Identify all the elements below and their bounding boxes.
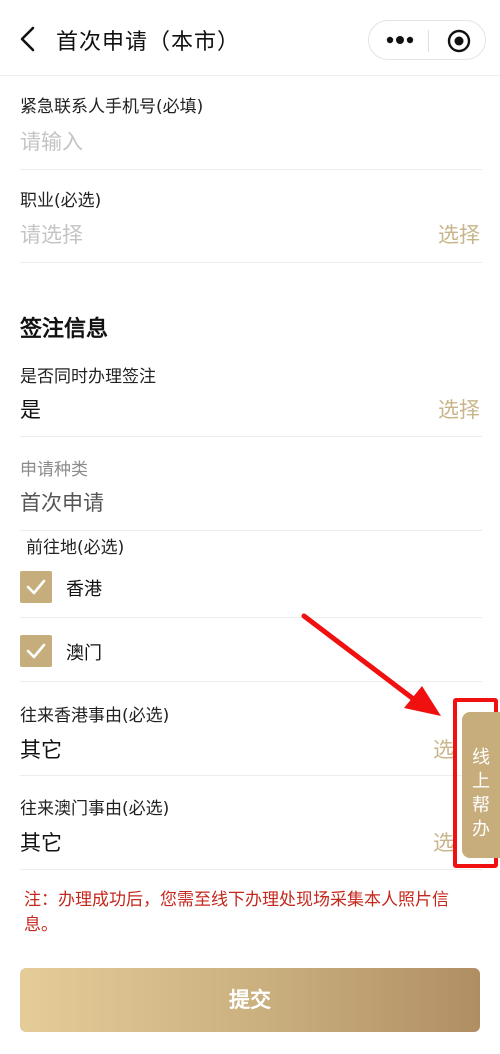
- occupation-placeholder: 请选择: [20, 223, 83, 247]
- online-help-char: 办: [472, 819, 490, 840]
- hk-reason-label: 往来香港事由(必选): [20, 706, 170, 726]
- online-help-char: 帮: [472, 795, 490, 816]
- page-title: 首次申请（本市）: [56, 30, 241, 55]
- submit-button[interactable]: 提交: [20, 968, 480, 1032]
- back-arrow-icon[interactable]: [16, 22, 46, 56]
- macau-reason-field[interactable]: 往来澳门事由(必选) 其它 选: [20, 792, 482, 870]
- online-help-char: 上: [472, 771, 490, 792]
- online-help-label: 线上帮办: [462, 746, 500, 842]
- capsule-divider: [428, 30, 429, 52]
- top-nav-bar: 首次申请（本市）: [0, 0, 500, 76]
- online-help-button[interactable]: 线上帮办: [462, 712, 500, 858]
- apply-type-value: 首次申请: [20, 491, 104, 515]
- online-help-char: 线: [472, 747, 490, 768]
- occupation-label: 职业(必选): [20, 191, 102, 211]
- emergency-phone-input[interactable]: 请输入: [20, 126, 83, 156]
- destination-option-label: 香港: [66, 579, 102, 600]
- photo-collection-notice: 注：办理成功后，您需至线下办理处现场采集本人照片信息。: [24, 890, 449, 935]
- endorse-same-time-select-button[interactable]: 选择: [438, 394, 480, 424]
- endorse-same-time-value: 是: [20, 398, 41, 422]
- checkbox-checked-icon[interactable]: [20, 571, 52, 603]
- endorse-same-time-label: 是否同时办理签注: [20, 367, 156, 387]
- hk-reason-select-button[interactable]: 选: [433, 734, 454, 764]
- more-dots-icon[interactable]: [383, 29, 417, 51]
- macau-reason-value: 其它: [20, 831, 62, 855]
- destination-option-label: 澳门: [66, 643, 102, 664]
- mini-program-capsule: [368, 20, 486, 60]
- checkbox-checked-icon[interactable]: [20, 635, 52, 667]
- apply-type-field: 申请种类 首次申请: [20, 453, 482, 531]
- annotation-arrow-icon: [301, 613, 441, 716]
- apply-type-label: 申请种类: [20, 460, 88, 480]
- occupation-select-button[interactable]: 选择: [438, 219, 480, 249]
- annotation-highlight-box: 线上帮办: [453, 698, 500, 868]
- endorse-same-time-field[interactable]: 是否同时办理签注 是 选择: [20, 360, 482, 437]
- destination-option-hongkong[interactable]: 香港: [20, 555, 482, 618]
- macau-reason-select-button[interactable]: 选: [433, 827, 454, 857]
- macau-reason-label: 往来澳门事由(必选): [20, 799, 170, 819]
- hk-reason-value: 其它: [20, 738, 62, 762]
- occupation-field[interactable]: 职业(必选) 请选择 选择: [20, 186, 482, 263]
- emergency-phone-label: 紧急联系人手机号(必填): [20, 97, 204, 117]
- target-circle-icon[interactable]: [447, 29, 471, 53]
- emergency-phone-field[interactable]: 紧急联系人手机号(必填) 请输入: [20, 90, 482, 170]
- visa-section-title: 签注信息: [20, 317, 109, 342]
